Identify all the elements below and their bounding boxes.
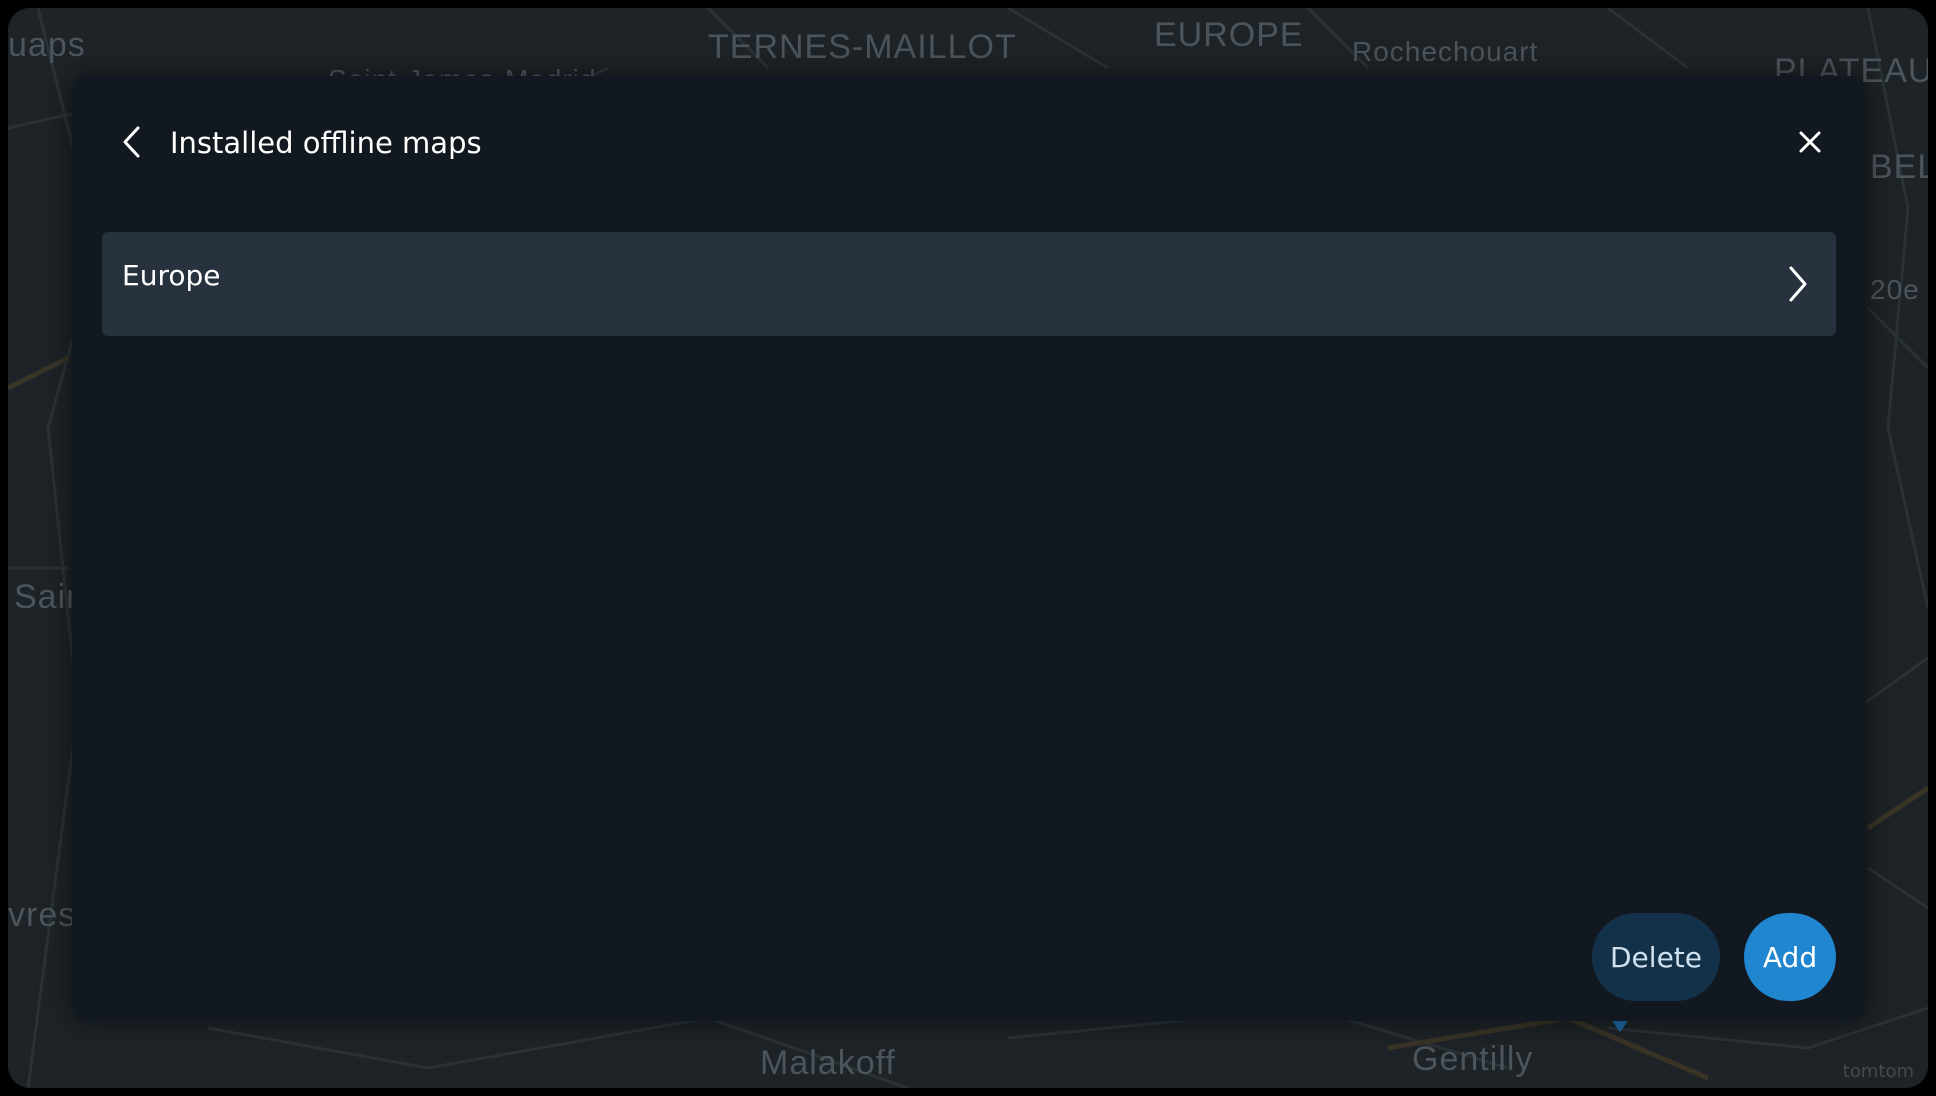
dialog-actions: Delete Add	[1592, 913, 1836, 1001]
back-button[interactable]	[112, 122, 152, 162]
close-icon	[1799, 131, 1821, 153]
map-label: Rochechouart	[1352, 36, 1539, 67]
screen: uaps TERNES-MAILLOT Saint-James-Madrid E…	[8, 8, 1928, 1088]
list-item-europe[interactable]: Europe	[102, 232, 1836, 336]
offline-maps-list: Europe	[102, 232, 1836, 336]
map-watermark: tomtom	[1842, 1061, 1914, 1082]
delete-button[interactable]: Delete	[1592, 913, 1720, 1001]
map-label: TERNES-MAILLOT	[708, 28, 1017, 66]
map-label: Gentilly	[1412, 1040, 1534, 1078]
dialog-header: Installed offline maps	[72, 76, 1866, 196]
map-label: EUROPE	[1154, 16, 1304, 54]
map-label: BEL	[1870, 148, 1928, 186]
chevron-left-icon	[123, 126, 140, 158]
map-label: uaps	[8, 26, 86, 64]
dialog-title: Installed offline maps	[170, 126, 482, 160]
map-label: vres	[8, 896, 77, 934]
map-label: Malakoff	[760, 1044, 896, 1082]
close-button[interactable]	[1790, 122, 1830, 162]
chevron-right-icon	[1789, 266, 1807, 302]
map-label: 20e	[1870, 274, 1920, 305]
offline-maps-dialog: Installed offline maps Europe Delete Add	[72, 76, 1866, 1021]
list-item-label: Europe	[122, 259, 221, 292]
add-button[interactable]: Add	[1744, 913, 1836, 1001]
